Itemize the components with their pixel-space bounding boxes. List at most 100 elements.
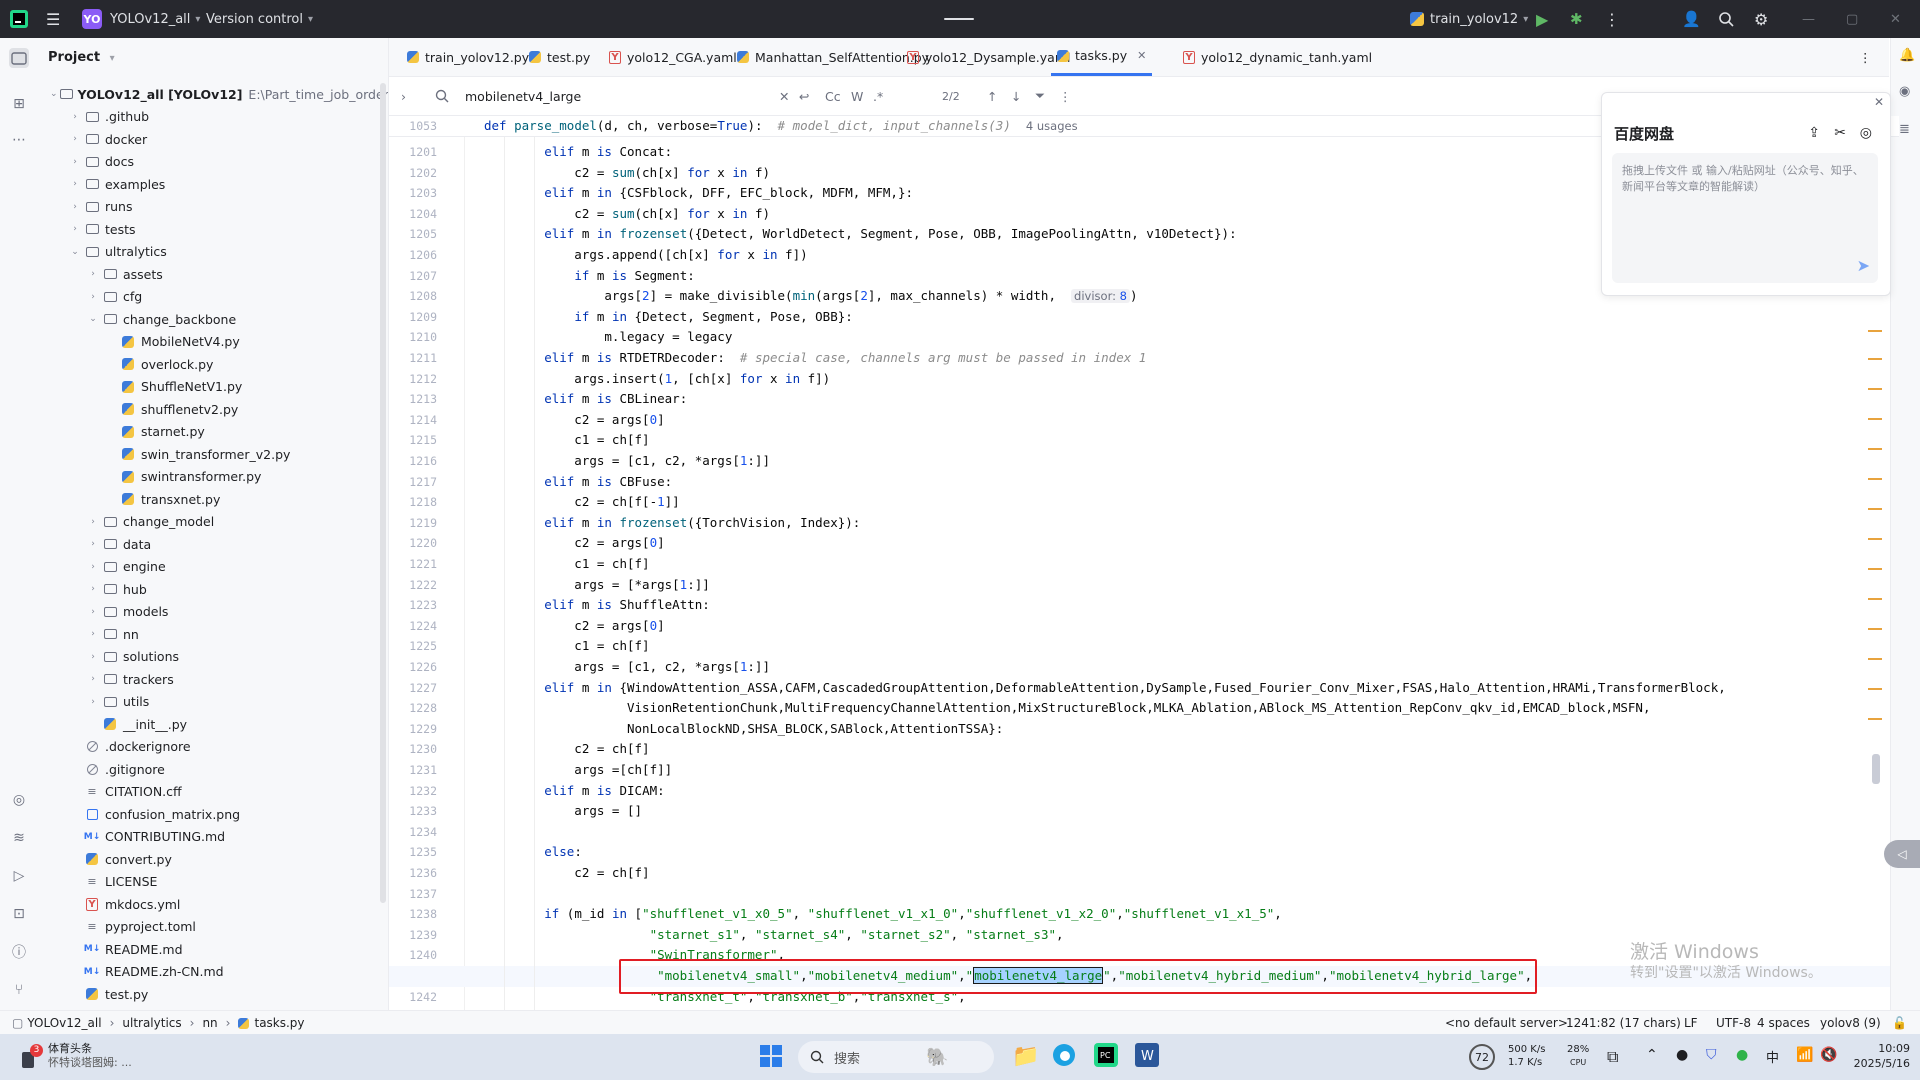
chevron-right-icon[interactable]: › <box>68 224 82 234</box>
settings-gear-icon[interactable]: ⚙ <box>1754 0 1768 38</box>
tree-file[interactable]: confusion_matrix.png <box>38 803 388 825</box>
more-actions-icon[interactable]: ⋮ <box>1604 0 1620 38</box>
structure-icon[interactable]: ⊞ <box>9 94 29 114</box>
terminal-icon[interactable]: ⊡ <box>9 904 29 924</box>
chevron-right-icon[interactable]: › <box>86 652 100 662</box>
chevron-right-icon[interactable]: › <box>86 539 100 549</box>
tree-folder[interactable]: › utils <box>38 691 388 713</box>
chevron-right-icon[interactable]: › <box>401 77 406 115</box>
tree-file[interactable]: __init__.py <box>38 713 388 735</box>
tree-folder[interactable]: ⌄ change_backbone <box>38 308 388 330</box>
file-encoding[interactable]: UTF-8 <box>1716 1011 1751 1035</box>
chevron-right-icon[interactable]: › <box>86 269 100 279</box>
python-packages-icon[interactable]: ◎ <box>9 790 29 810</box>
qq-tray-icon[interactable]: ● <box>1676 1047 1688 1063</box>
tab-tasks-py[interactable]: tasks.py ✕ <box>1051 38 1153 76</box>
chevron-right-icon[interactable]: › <box>68 202 82 212</box>
breadcrumb-item[interactable]: nn <box>202 1016 217 1030</box>
version-control-menu[interactable]: Version control ▾ <box>206 0 313 38</box>
tree-file[interactable]: convert.py <box>38 848 388 870</box>
edge-browser-icon[interactable] <box>1052 1043 1076 1067</box>
project-switcher[interactable]: YO YOLOv12_all ▾ <box>82 0 200 38</box>
upload-cloud-icon[interactable]: ⇪ <box>1808 125 1820 141</box>
chevron-right-icon[interactable]: › <box>86 584 100 594</box>
security-shield-icon[interactable]: ⛉ <box>1706 1047 1717 1063</box>
target-icon[interactable]: ◎ <box>1860 125 1872 141</box>
close-panel-icon[interactable]: ✕ <box>1874 95 1884 109</box>
filter-icon[interactable]: ⏷ <box>1035 77 1045 115</box>
taskbar-search-box[interactable]: 搜索 🐘 <box>798 1041 994 1073</box>
main-menu-icon[interactable]: ☰ <box>46 0 60 38</box>
temperature-gauge[interactable]: 72 <box>1469 1044 1495 1070</box>
usages-hint[interactable]: 4 usages <box>1026 119 1078 133</box>
chevron-down-icon[interactable]: ⌄ <box>86 314 100 324</box>
tree-folder[interactable]: › examples <box>38 173 388 195</box>
tree-folder[interactable]: › models <box>38 601 388 623</box>
tree-root[interactable]: ⌄ YOLOv12_all [YOLOv12] E:\Part_time_job… <box>38 83 388 105</box>
tree-folder[interactable]: › nn <box>38 623 388 645</box>
more-tools-icon[interactable]: ⋯ <box>9 130 29 150</box>
find-input[interactable]: mobilenetv4_large <box>465 77 715 115</box>
breadcrumb-item[interactable]: ultralytics <box>122 1016 181 1030</box>
tree-folder[interactable]: › engine <box>38 556 388 578</box>
tab-yolo12-cga-yaml[interactable]: Yyolo12_CGA.yaml <box>603 38 743 76</box>
chevron-right-icon[interactable]: › <box>68 112 82 122</box>
chevron-right-icon[interactable]: › <box>68 134 82 144</box>
minimize-button[interactable]: — <box>1802 0 1815 38</box>
maximize-button[interactable]: ▢ <box>1846 0 1858 38</box>
tree-folder[interactable]: › change_model <box>38 511 388 533</box>
tree-file[interactable]: shufflenetv2.py <box>38 398 388 420</box>
tree-file[interactable]: transxnet.py <box>38 488 388 510</box>
tree-file[interactable]: M↓ README.zh-CN.md <box>38 961 388 983</box>
tree-folder[interactable]: › runs <box>38 196 388 218</box>
baidu-input-box[interactable]: 拖拽上传文件 或 输入/粘贴网址（公众号、知乎、新闻平台等文章的智能解读） ➤ <box>1612 153 1878 283</box>
screenshot-tool-icon[interactable]: ⧉ <box>1607 1047 1618 1067</box>
chevron-right-icon[interactable]: › <box>86 562 100 572</box>
regex-toggle[interactable]: .* <box>873 77 883 115</box>
more-options-icon[interactable]: ⋮ <box>1059 77 1072 115</box>
tree-folder[interactable]: ⌄ ultralytics <box>38 241 388 263</box>
chevron-right-icon[interactable]: › <box>68 157 82 167</box>
tree-file[interactable]: M↓ CONTRIBUTING.md <box>38 826 388 848</box>
clear-search-icon[interactable]: ✕ <box>779 77 789 115</box>
indent-setting[interactable]: 4 spaces <box>1757 1011 1810 1035</box>
window-drag-handle[interactable] <box>920 0 998 38</box>
problems-icon[interactable]: ⓘ <box>9 942 29 962</box>
wifi-icon[interactable]: 📶 <box>1796 1047 1813 1063</box>
next-occurrence-icon[interactable]: ↓ <box>1011 77 1021 115</box>
search-icon[interactable] <box>1718 0 1734 38</box>
tree-file[interactable]: ≡ LICENSE <box>38 871 388 893</box>
project-scrollbar[interactable] <box>380 83 386 903</box>
file-explorer-icon[interactable]: 📁 <box>1012 1044 1039 1069</box>
chevron-right-icon[interactable]: › <box>86 697 100 707</box>
wechat-tray-icon[interactable]: ● <box>1736 1047 1748 1063</box>
tray-overflow-icon[interactable]: ⌃ <box>1646 1047 1658 1063</box>
tab-train-yolov12-py[interactable]: train_yolov12.py <box>401 38 535 76</box>
git-branch-icon[interactable]: ⑂ <box>9 980 29 1000</box>
start-button[interactable] <box>760 1045 782 1067</box>
ime-indicator[interactable]: 中 <box>1766 1047 1779 1066</box>
clock[interactable]: 10:09 2025/5/16 <box>1840 1041 1910 1071</box>
tree-folder[interactable]: › assets <box>38 263 388 285</box>
tree-folder[interactable]: › solutions <box>38 646 388 668</box>
tree-folder[interactable]: › trackers <box>38 668 388 690</box>
chevron-right-icon[interactable]: › <box>86 674 100 684</box>
tree-file[interactable]: ShuffleNetV1.py <box>38 376 388 398</box>
tree-file[interactable]: .dockerignore <box>38 736 388 758</box>
send-icon[interactable]: ➤ <box>1857 256 1870 275</box>
side-panel-toggle-icon[interactable]: ◁ <box>1884 840 1920 868</box>
pycharm-taskbar-icon[interactable]: PC <box>1094 1043 1118 1067</box>
tree-file[interactable]: test.py <box>38 983 388 1005</box>
tree-folder[interactable]: › hub <box>38 578 388 600</box>
run-icon[interactable]: ▶ <box>1536 0 1548 38</box>
chevron-right-icon[interactable]: › <box>86 607 100 617</box>
close-window-button[interactable]: ✕ <box>1890 0 1901 38</box>
tab-test-py[interactable]: test.py <box>523 38 596 76</box>
tree-file[interactable]: overlock.py <box>38 353 388 375</box>
tree-file[interactable]: swintransformer.py <box>38 466 388 488</box>
lock-icon[interactable]: 🔓 <box>1892 1011 1907 1035</box>
tree-folder[interactable]: › docs <box>38 151 388 173</box>
tree-file[interactable]: MobileNetV4.py <box>38 331 388 353</box>
chevron-right-icon[interactable]: › <box>86 292 100 302</box>
debug-icon[interactable]: ✱ <box>1570 0 1583 38</box>
